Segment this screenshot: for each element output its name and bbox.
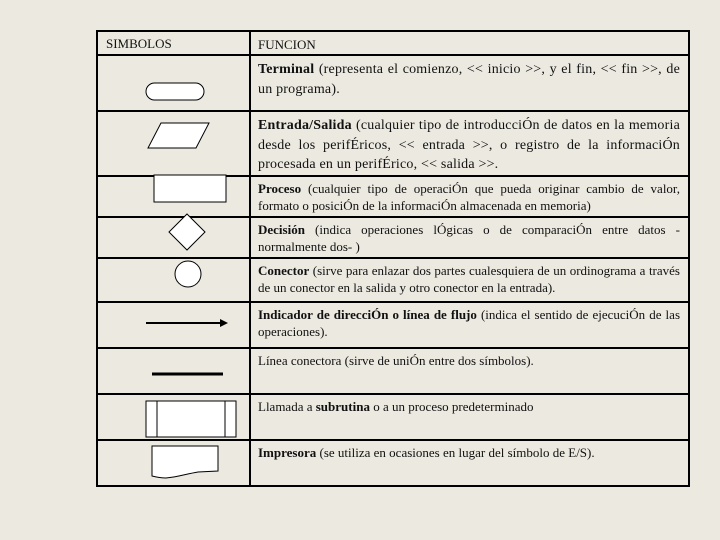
description: (se utiliza en ocasiones en lugar del sí… bbox=[316, 445, 595, 460]
description: (cualquier tipo de operaciÓn que pueda o… bbox=[258, 181, 680, 213]
symbol-cell bbox=[98, 349, 249, 393]
table-row-conector: Conector (sirve para enlazar dos partes … bbox=[98, 259, 688, 303]
column-divider bbox=[249, 32, 251, 485]
connector-circle-icon bbox=[174, 260, 202, 288]
symbol-cell bbox=[98, 56, 249, 110]
flowchart-symbols-table: SIMBOLOS FUNCION Terminal (representa el… bbox=[96, 30, 690, 487]
symbol-cell bbox=[98, 174, 249, 216]
description: (representa el comienzo, << inicio >>, y… bbox=[258, 62, 680, 97]
function-cell: Impresora (se utiliza en ocasiones en lu… bbox=[258, 444, 680, 461]
prefix: Llamada a bbox=[258, 399, 316, 414]
table-header-row: SIMBOLOS FUNCION bbox=[98, 32, 688, 56]
term: Proceso bbox=[258, 181, 302, 196]
header-funcion: FUNCION bbox=[258, 37, 316, 52]
term: subrutina bbox=[315, 399, 370, 414]
process-rectangle-icon bbox=[153, 174, 227, 203]
function-cell: Llamada a subrutina o a un proceso prede… bbox=[258, 398, 680, 415]
table-row-entrada-salida: Entrada/Salida (cualquier tipo de introd… bbox=[98, 112, 688, 177]
function-cell: Terminal (representa el comienzo, << ini… bbox=[258, 60, 680, 99]
term: Terminal bbox=[258, 62, 315, 77]
function-cell: Decisión (indica operaciones lÓgicas o d… bbox=[258, 221, 680, 255]
symbol-cell bbox=[98, 259, 249, 301]
flow-arrow-icon bbox=[146, 319, 228, 327]
symbol-cell bbox=[98, 441, 249, 485]
function-cell: Proceso (cualquier tipo de operaciÓn que… bbox=[258, 180, 680, 214]
description: (sirve para enlazar dos partes cualesqui… bbox=[258, 263, 680, 295]
function-cell: Conector (sirve para enlazar dos partes … bbox=[258, 262, 680, 296]
term: Conector bbox=[258, 263, 310, 278]
header-simbolos: SIMBOLOS bbox=[106, 36, 172, 51]
table-row-impresora: Impresora (se utiliza en ocasiones en lu… bbox=[98, 441, 688, 487]
connector-line-icon bbox=[152, 372, 223, 376]
term: Decisión bbox=[258, 222, 305, 237]
description: Línea conectora (sirve de uniÓn entre do… bbox=[258, 353, 534, 368]
table-row-subrutina: Llamada a subrutina o a un proceso prede… bbox=[98, 395, 688, 441]
input-output-parallelogram-icon bbox=[147, 122, 210, 149]
table-row-decision: Decisión (indica operaciones lÓgicas o d… bbox=[98, 213, 688, 259]
symbol-cell bbox=[98, 112, 249, 175]
table-row-linea-conectora: Línea conectora (sirve de uniÓn entre do… bbox=[98, 349, 688, 395]
decision-diamond-icon bbox=[168, 213, 206, 251]
term: Impresora bbox=[258, 445, 317, 460]
terminal-oval-icon bbox=[145, 82, 205, 101]
subroutine-box-icon bbox=[145, 400, 237, 438]
symbol-cell bbox=[98, 213, 249, 257]
table-row-proceso: Proceso (cualquier tipo de operaciÓn que… bbox=[98, 174, 688, 218]
symbol-cell bbox=[98, 303, 249, 347]
function-cell: Línea conectora (sirve de uniÓn entre do… bbox=[258, 352, 680, 369]
table-row-terminal: Terminal (representa el comienzo, << ini… bbox=[98, 56, 688, 112]
function-cell: Entrada/Salida (cualquier tipo de introd… bbox=[258, 116, 680, 175]
printer-document-icon bbox=[151, 445, 219, 479]
table-row-flujo: Indicador de direcciÓn o línea de flujo … bbox=[98, 303, 688, 349]
symbol-cell bbox=[98, 395, 249, 439]
function-cell: Indicador de direcciÓn o línea de flujo … bbox=[258, 306, 680, 340]
description: o a un proceso predeterminado bbox=[369, 399, 534, 414]
term: Indicador de direcciÓn o línea de flujo bbox=[258, 307, 477, 322]
description: (indica operaciones lÓgicas o de compara… bbox=[258, 222, 680, 254]
term: Entrada/Salida bbox=[258, 118, 352, 133]
